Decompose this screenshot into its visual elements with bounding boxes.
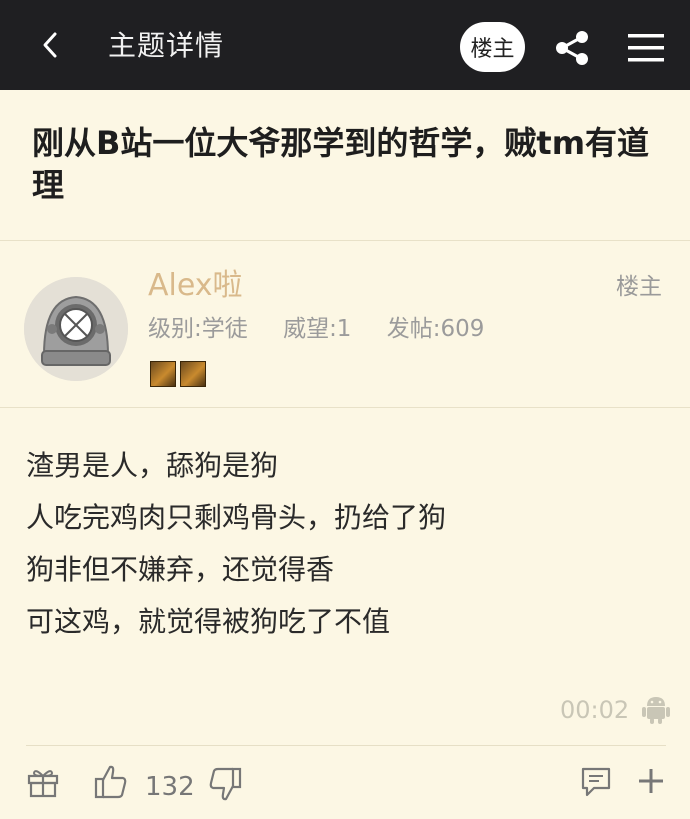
author-section: Alex啦 楼主 级别:学徒 威望:1 发帖:609 <box>0 241 690 408</box>
author-post-count: 发帖:609 <box>386 316 485 342</box>
share-button[interactable] <box>552 28 592 68</box>
hamburger-menu-icon <box>628 34 664 62</box>
comment-button[interactable] <box>580 766 612 802</box>
like-button[interactable] <box>94 764 128 804</box>
post-title: 刚从B站一位大爷那学到的哲学，贼tm有道理 <box>32 124 650 204</box>
post-content: 渣男是人，舔狗是狗 人吃完鸡肉只剩鸡骨头，扔给了狗 狗非但不嫌弃，还觉得香 可这… <box>26 440 666 648</box>
add-button[interactable] <box>636 766 666 800</box>
content-line: 渣男是人，舔狗是狗 <box>26 449 279 482</box>
author-name[interactable]: Alex啦 <box>148 267 243 305</box>
badge-list <box>150 361 206 387</box>
content-line: 狗非但不嫌弃，还觉得香 <box>26 553 335 586</box>
back-button[interactable] <box>30 25 70 65</box>
menu-button[interactable] <box>624 28 668 68</box>
content-line: 可这鸡，就觉得被狗吃了不值 <box>26 605 391 638</box>
content-line: 人吃完鸡肉只剩鸡骨头，扔给了狗 <box>26 501 447 534</box>
action-bar: 132 <box>0 746 690 819</box>
thumbs-down-icon <box>209 767 242 801</box>
like-count: 132 <box>145 772 195 802</box>
op-tag: 楼主 <box>616 274 662 300</box>
page-title: 主题详情 <box>108 29 225 62</box>
gift-icon <box>27 770 59 798</box>
thumbs-up-icon <box>94 765 127 799</box>
share-icon <box>556 31 588 65</box>
author-stats: 级别:学徒 威望:1 发帖:609 <box>148 313 512 345</box>
avatar[interactable] <box>24 277 128 381</box>
dislike-button[interactable] <box>208 766 242 806</box>
author-level: 级别:学徒 <box>148 316 248 342</box>
gift-button[interactable] <box>26 766 60 802</box>
only-op-button[interactable]: 楼主 <box>460 22 525 72</box>
author-reputation: 威望:1 <box>283 316 352 342</box>
plus-icon <box>639 769 663 793</box>
post-title-section: 刚从B站一位大爷那学到的哲学，贼tm有道理 <box>0 90 690 241</box>
top-bar: 主题详情 楼主 <box>0 0 690 90</box>
chevron-left-icon <box>43 32 57 58</box>
comment-icon <box>581 767 611 797</box>
medal-badge-icon[interactable] <box>180 361 206 387</box>
medal-badge-icon[interactable] <box>150 361 176 387</box>
diving-helmet-avatar-icon <box>24 277 128 381</box>
android-icon <box>642 697 670 724</box>
post-timestamp: 00:02 <box>560 696 630 724</box>
